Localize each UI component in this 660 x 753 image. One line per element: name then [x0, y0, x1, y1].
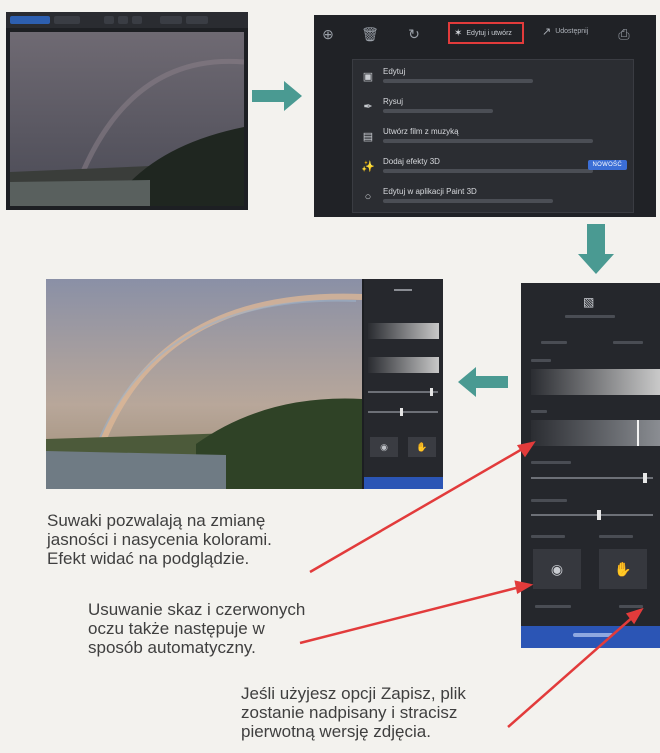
photo-viewer-screenshot	[6, 12, 248, 210]
adjust-panel-screenshot: ▧ ◉ ✋	[521, 283, 660, 648]
share-icon: ↗	[542, 26, 552, 38]
vignette-label	[531, 499, 567, 502]
vignette-slider-knob[interactable]	[400, 408, 403, 416]
light-label	[531, 359, 551, 362]
menu-item-label: Edytuj w aplikacji Paint 3D	[383, 187, 477, 196]
arrow-down-icon	[578, 224, 614, 274]
pen-icon: ✒	[363, 101, 373, 113]
light-preview	[368, 323, 439, 339]
color-slider[interactable]	[531, 420, 660, 446]
film-icon: ▤	[362, 131, 374, 143]
clarity-label	[531, 461, 571, 464]
toolbar-icon[interactable]	[160, 16, 182, 24]
hand-icon: ✋	[614, 561, 632, 577]
menu-toolbar: ⊕ 🗑 ↻ ✶ Edytuj i utwórz ↗ Udostępnij ⎙	[314, 15, 656, 53]
undo-all-button[interactable]	[535, 605, 571, 608]
save-copy-bar[interactable]	[364, 477, 443, 489]
menu-item-draw[interactable]: ✒ Rysuj	[353, 94, 633, 124]
menu-item-label: Edytuj	[383, 67, 406, 76]
toolbar-icon[interactable]	[186, 16, 208, 24]
edit-create-button[interactable]: ✶ Edytuj i utwórz	[448, 22, 524, 44]
viewer-toolbar	[6, 12, 248, 28]
red-eye-button[interactable]: ◉	[533, 549, 581, 589]
share-label: Udostępnij	[555, 28, 589, 35]
panel-title	[394, 289, 412, 291]
menu-item-description	[383, 169, 593, 173]
caption-save: Jeśli użyjesz opcji Zapisz, plik zostani…	[241, 684, 466, 741]
red-eye-label	[531, 535, 565, 538]
arrow-left-icon	[458, 367, 508, 397]
menu-item-label: Rysuj	[383, 97, 404, 106]
menu-item-video[interactable]: ▤ Utwórz film z muzyką	[353, 124, 633, 154]
edited-rainbow-photo	[46, 279, 362, 489]
zoom-icon[interactable]: ⊕	[318, 24, 338, 44]
vignette-slider[interactable]	[531, 510, 653, 520]
rotate-icon[interactable]: ↻	[404, 24, 424, 44]
viewer-tab[interactable]	[54, 16, 80, 24]
menu-item-label: Dodaj efekty 3D	[383, 157, 440, 166]
toolbar-icon[interactable]	[104, 16, 114, 24]
edit-create-label: Edytuj i utwórz	[466, 29, 512, 37]
rainbow-photo	[10, 32, 244, 206]
vignette-slider-knob[interactable]	[597, 510, 601, 520]
caption-autofix: Usuwanie skaz i czerwonych oczu także na…	[88, 600, 306, 657]
save-copy-label	[573, 633, 613, 637]
tab-adjust[interactable]	[613, 341, 643, 344]
crop-icon: ▣	[362, 71, 374, 83]
color-preview	[368, 357, 439, 373]
caption-sliders: Suwaki pozwalają na zmianę jasności i na…	[47, 511, 272, 568]
clarity-slider[interactable]	[531, 473, 653, 483]
red-eye-button[interactable]: ◉	[370, 437, 398, 457]
adjust-panel: ◉ ✋	[364, 279, 443, 489]
arrow-right-icon	[252, 81, 302, 111]
menu-item-edit[interactable]: ▣ Edytuj	[353, 64, 633, 94]
spot-fix-button[interactable]: ✋	[599, 549, 647, 589]
share-button[interactable]: ↗ Udostępnij	[542, 25, 588, 38]
clarity-slider[interactable]	[368, 391, 438, 393]
spot-fix-label	[599, 535, 633, 538]
sparkle-3d-icon: ✨	[361, 161, 375, 173]
spot-fix-button[interactable]: ✋	[408, 437, 436, 457]
edit-create-icon: ✶	[454, 27, 463, 39]
eye-icon: ◉	[550, 561, 564, 577]
toolbar-icon[interactable]	[118, 16, 128, 24]
save-copy-button[interactable]	[521, 626, 660, 648]
menu-item-paint3d[interactable]: ○ Edytuj w aplikacji Paint 3D	[353, 184, 633, 214]
save-button[interactable]	[619, 605, 643, 608]
panel-heading	[565, 315, 615, 318]
edit-create-dropdown: ▣ Edytuj ✒ Rysuj ▤ Utwórz film z muzyką …	[352, 59, 634, 213]
pointer-line-autofix	[299, 585, 521, 645]
toolbar-icon[interactable]	[132, 16, 142, 24]
edit-create-menu-screenshot: ⊕ 🗑 ↻ ✶ Edytuj i utwórz ↗ Udostępnij ⎙ ▣…	[314, 15, 656, 217]
menu-item-3d-effects[interactable]: ✨ Dodaj efekty 3D NOWOŚĆ	[353, 154, 633, 184]
color-label	[531, 410, 547, 413]
print-icon[interactable]: ⎙	[614, 24, 634, 44]
new-badge: NOWOŚĆ	[587, 160, 627, 170]
trash-icon[interactable]: 🗑	[360, 24, 380, 44]
edited-photo-screenshot: ◉ ✋	[46, 279, 443, 489]
vignette-slider[interactable]	[368, 411, 438, 413]
menu-item-description	[383, 79, 533, 83]
menu-item-description	[383, 199, 553, 203]
menu-item-description	[383, 139, 593, 143]
adjust-icon: ▧	[583, 295, 595, 309]
tab-filters[interactable]	[541, 341, 567, 344]
paint3d-icon: ○	[364, 191, 372, 203]
clarity-slider-knob[interactable]	[430, 388, 433, 396]
viewer-tab[interactable]	[10, 16, 50, 24]
clarity-slider-knob[interactable]	[643, 473, 647, 483]
menu-item-label: Utwórz film z muzyką	[383, 127, 459, 136]
menu-item-description	[383, 109, 493, 113]
light-slider[interactable]	[531, 369, 660, 395]
